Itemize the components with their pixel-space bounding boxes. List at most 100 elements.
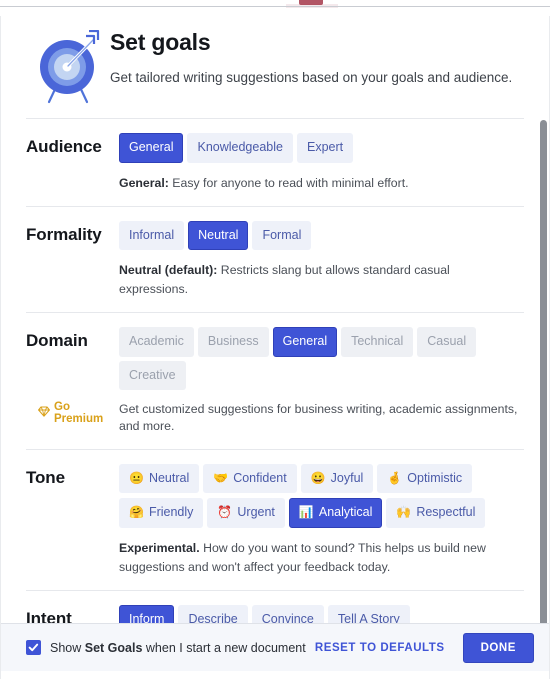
section-description-tone: Experimental. How do you want to sound? … <box>119 539 519 577</box>
option-row: Academic Business General Technical Casual Cr… <box>119 327 524 391</box>
dialog-footer: Show Set Goals when I start a new docume… <box>0 623 550 671</box>
target-bullseye-icon <box>26 26 110 104</box>
section-label-formality: Formality <box>26 224 102 244</box>
option-audience-expert[interactable]: Expert <box>296 133 354 163</box>
checkbox-label-pre: Show <box>50 640 85 655</box>
option-label: Urgent <box>237 505 275 520</box>
bar-chart-emoji: 📊 <box>298 505 314 520</box>
option-formality-informal[interactable]: Informal <box>119 220 185 251</box>
description-text: Easy for anyone to read with minimal eff… <box>168 175 409 190</box>
option-domain-general[interactable]: General <box>272 327 338 357</box>
option-tone-respectful[interactable]: 🙌 Respectful <box>386 498 486 528</box>
option-label: Formal <box>262 227 302 242</box>
option-row: General Knowledgeable Expert <box>119 133 524 163</box>
description-emphasis: Experimental. <box>119 540 200 555</box>
option-label: Neutral <box>198 227 239 242</box>
section-label-audience: Audience <box>26 137 102 156</box>
dialog-card: Set goals Get tailored writing suggestio… <box>0 8 550 679</box>
option-label: Casual <box>427 334 467 349</box>
option-label: Respectful <box>416 505 476 520</box>
checkbox-label-post: when I start a new document <box>142 640 306 655</box>
option-label: Business <box>207 334 259 349</box>
neutral-face-emoji: 😐 <box>129 470 144 485</box>
option-tone-urgent[interactable]: ⏰ Urgent <box>207 498 285 528</box>
option-label: Friendly <box>148 505 194 520</box>
window-top-strip <box>0 0 550 8</box>
option-domain-casual: Casual <box>417 327 477 357</box>
page-title: Set goals <box>110 29 211 55</box>
option-intent-convince[interactable]: Convince <box>251 604 324 623</box>
section-label-intent: Intent <box>26 608 72 623</box>
premium-description: Get customized suggestions for business … <box>119 402 518 434</box>
section-body-audience: General Knowledgeable Expert General: Easy … <box>119 133 524 193</box>
premium-row: Go Premium Get customized suggestions for… <box>26 401 524 435</box>
scrollbar-thumb[interactable] <box>540 120 547 623</box>
option-label: Optimistic <box>407 470 463 485</box>
section-label-domain: Domain <box>26 331 88 351</box>
option-label: Tell A Story <box>337 611 400 623</box>
section-label-tone: Tone <box>26 467 65 487</box>
option-domain-creative: Creative <box>119 360 186 391</box>
dialog-header: Set goals Get tailored writing suggestio… <box>26 8 524 118</box>
option-formality-neutral[interactable]: Neutral <box>188 220 249 251</box>
go-premium-label: Go Premium <box>54 401 104 426</box>
option-label: Confident <box>233 470 287 485</box>
raising-hands-emoji: 🙌 <box>396 505 412 520</box>
option-tone-confident[interactable]: 🤝 Confident <box>203 463 297 494</box>
card-left-edge <box>0 16 1 679</box>
set-goals-dialog: Set goals Get tailored writing suggestio… <box>0 0 550 679</box>
checkbox-label-bold: Set Goals <box>84 640 143 655</box>
show-set-goals-checkbox-row[interactable]: Show Set Goals when I start a new docume… <box>26 640 307 655</box>
top-divider <box>0 6 550 7</box>
dialog-header-text: Set goals Get tailored writing suggestio… <box>110 26 512 87</box>
go-premium-button[interactable]: Go Premium <box>26 401 119 425</box>
option-label: Knowledgeable <box>197 140 283 154</box>
option-label: Convince <box>261 611 314 623</box>
option-intent-tell-a-story[interactable]: Tell A Story <box>327 604 410 623</box>
section-tone: Tone 😐 Neutral 🤝 Confident 😀 Joyful 🤞 Optimistic… <box>26 450 524 590</box>
section-domain: Domain Academic Business General Technical Ca… <box>26 313 524 448</box>
description-emphasis: General: <box>119 175 169 190</box>
hugging-face-emoji: 🤗 <box>129 505 144 520</box>
top-tab-marker <box>299 0 323 5</box>
page-subtitle: Get tailored writing suggestions based o… <box>110 70 513 86</box>
section-body-formality: Informal Neutral Formal Neutral (default): … <box>119 220 524 300</box>
checkbox-checked-icon[interactable] <box>26 640 41 655</box>
option-intent-describe[interactable]: Describe <box>178 604 248 623</box>
grinning-face-emoji: 😀 <box>310 470 326 485</box>
section-formality: Formality Informal Neutral Formal Neutral (d… <box>26 207 524 313</box>
description-emphasis: Neutral (default): <box>119 263 218 278</box>
option-label: Joyful <box>330 470 364 485</box>
option-tone-neutral[interactable]: 😐 Neutral <box>119 463 200 494</box>
scrollbar-track[interactable] <box>539 16 547 623</box>
option-label: Informal <box>129 227 175 242</box>
option-tone-joyful[interactable]: 😀 Joyful <box>300 463 374 494</box>
option-label: Technical <box>351 334 404 349</box>
option-domain-business: Business <box>197 327 269 357</box>
reset-to-defaults-button[interactable]: RESET TO DEFAULTS <box>307 636 453 660</box>
section-audience: Audience General Knowledgeable Expert Genera… <box>26 119 524 206</box>
section-description-formality: Neutral (default): Restricts slang but a… <box>119 261 519 299</box>
option-tone-analytical[interactable]: 📊 Analytical <box>288 498 383 528</box>
option-label: General <box>129 140 174 154</box>
option-tone-friendly[interactable]: 🤗 Friendly <box>119 498 204 528</box>
done-button[interactable]: DONE <box>462 632 534 663</box>
section-body-tone: 😐 Neutral 🤝 Confident 😀 Joyful 🤞 Optimistic 🤗 Fri… <box>119 463 524 577</box>
section-body-domain: Academic Business General Technical Casual Cr… <box>38 327 524 435</box>
option-label: Creative <box>129 367 176 382</box>
show-set-goals-label: Show Set Goals when I start a new docume… <box>50 641 306 655</box>
option-intent-inform[interactable]: Inform <box>119 604 175 623</box>
option-label: Expert <box>306 140 344 154</box>
section-body-intent: InformDescribeConvinceTell A StoryExperi… <box>119 604 524 623</box>
crossed-fingers-emoji: 🤞 <box>387 470 403 485</box>
section-intent: Intent Inform Describe Convince Tell A Story… <box>26 591 524 623</box>
option-row: 😐 Neutral 🤝 Confident 😀 Joyful 🤞 Optimistic <box>119 463 524 494</box>
option-tone-optimistic[interactable]: 🤞 Optimistic <box>377 463 473 494</box>
alarm-clock-emoji: ⏰ <box>217 505 233 520</box>
option-audience-knowledgeable[interactable]: Knowledgeable <box>187 133 293 163</box>
dialog-scroll-area[interactable]: Set goals Get tailored writing suggestio… <box>0 8 550 623</box>
option-audience-general[interactable]: General <box>119 133 184 163</box>
option-domain-technical: Technical <box>341 327 414 357</box>
gem-icon <box>38 406 50 420</box>
option-formality-formal[interactable]: Formal <box>252 220 312 251</box>
